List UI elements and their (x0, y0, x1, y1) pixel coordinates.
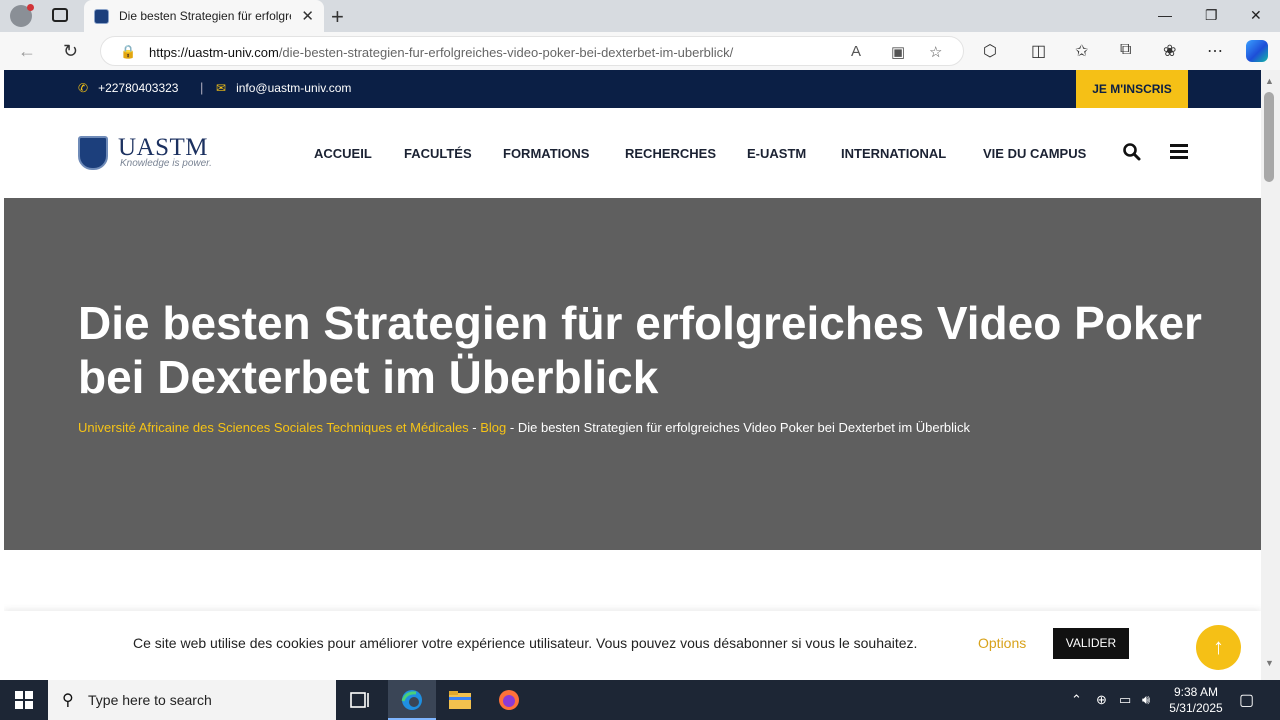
cookie-message: Ce site web utilise des cookies pour amé… (133, 635, 918, 651)
copilot-icon[interactable] (1246, 40, 1268, 62)
more-menu-icon[interactable]: ⋯ (1207, 41, 1223, 61)
back-icon[interactable]: ← (18, 41, 36, 62)
minimize-icon[interactable]: — (1158, 7, 1172, 23)
email-contact[interactable]: ✉ info@uastm-univ.com (216, 81, 351, 95)
address-toolbar: ← ↻ 🔒 https://uastm-univ.com/die-besten-… (0, 32, 1280, 70)
menu-item-recherches[interactable]: RECHERCHES (625, 146, 716, 161)
tray-device-icon[interactable]: ⊕ (1096, 692, 1107, 708)
search-magnifier-icon: ⚲ (62, 692, 74, 709)
edge-taskbar-button[interactable] (388, 680, 436, 720)
site-logo[interactable]: UASTM Knowledge is power. (78, 134, 218, 172)
menu-item-international[interactable]: INTERNATIONAL (841, 146, 946, 161)
contact-separator: | (200, 80, 204, 95)
hamburger-menu-icon[interactable] (1170, 144, 1188, 159)
windows-taskbar: ⚲ Type here to search ⌃ ⊕ ▭ 🔊︎ 9:38 AM 5… (0, 680, 1280, 720)
refresh-icon[interactable]: ↻ (63, 41, 78, 62)
taskbar-search-placeholder: Type here to search (88, 692, 212, 708)
menu-item-facultes[interactable]: FACULTÉS (404, 146, 472, 161)
site-favicon-icon (94, 9, 109, 24)
extensions-icon[interactable]: ⬡ (983, 41, 997, 61)
windows-start-icon[interactable] (15, 691, 33, 709)
task-view-icon[interactable] (349, 689, 373, 711)
file-explorer-icon[interactable] (448, 689, 472, 711)
profile-avatar-icon[interactable] (10, 4, 34, 27)
scrollbar-thumb[interactable] (1264, 92, 1274, 182)
lock-icon[interactable]: 🔒 (120, 44, 136, 60)
register-button[interactable]: JE M'INSCRIS (1076, 70, 1188, 108)
scroll-down-arrow-icon[interactable]: ▼ (1265, 658, 1274, 668)
cookie-banner: Ce site web utilise des cookies pour amé… (4, 611, 1261, 680)
search-icon[interactable] (1122, 142, 1142, 162)
logo-tagline: Knowledge is power. (120, 158, 212, 169)
menu-item-vie-du-campus[interactable]: VIE DU CAMPUS (983, 146, 1086, 161)
tab-actions-icon[interactable] (52, 8, 68, 22)
window-close-icon[interactable]: ✕ (1250, 7, 1262, 24)
address-bar[interactable]: 🔒 https://uastm-univ.com/die-besten-stra… (100, 36, 964, 66)
breadcrumb-current: Die besten Strategien für erfolgreiches … (517, 420, 970, 435)
phone-contact[interactable]: ✆ +22780403323 (78, 81, 178, 95)
taskbar-search-box[interactable]: ⚲ Type here to search (48, 680, 336, 720)
active-tab[interactable]: Die besten Strategien für erfolgreiches … (84, 0, 324, 32)
split-screen-icon[interactable]: ◫ (1031, 41, 1046, 61)
browser-tab-bar: Die besten Strategien für erfolgreiches … (0, 0, 1280, 32)
page-hero: Die besten Strategien für erfolgreiches … (4, 198, 1261, 550)
page-scrollbar[interactable]: ▲ ▼ (1261, 70, 1280, 680)
page-title: Die besten Strategien für erfolgreiches … (78, 297, 1202, 403)
cookie-options-link[interactable]: Options (978, 635, 1026, 651)
clock-date: 5/31/2025 (1169, 701, 1223, 715)
clock-time: 9:38 AM (1173, 685, 1219, 699)
edge-browser-icon (401, 690, 422, 710)
collections-icon[interactable]: ⧉ (1120, 41, 1131, 59)
tab-title: Die besten Strategien für erfolgreiches … (119, 9, 291, 23)
read-aloud-icon[interactable]: A (851, 43, 861, 60)
envelope-icon: ✉ (216, 81, 227, 95)
breadcrumb-separator: - (468, 420, 481, 435)
network-icon[interactable]: ▭ (1119, 692, 1131, 708)
menu-item-formations[interactable]: FORMATIONS (503, 146, 589, 161)
breadcrumb-blog-link[interactable]: Blog (480, 420, 506, 435)
breadcrumb-separator: - (506, 420, 518, 435)
new-tab-icon[interactable]: + (331, 4, 344, 30)
restore-icon[interactable]: ❐ (1205, 7, 1218, 24)
breadcrumb: Université Africaine des Sciences Social… (78, 420, 970, 435)
breadcrumb-home-link[interactable]: Université Africaine des Sciences Social… (78, 420, 469, 435)
immersive-reader-icon[interactable]: ▣ (891, 43, 905, 61)
scroll-to-top-icon[interactable]: ↑ (1196, 625, 1241, 670)
contact-strip: ✆ +22780403323 | ✉ info@uastm-univ.com JE … (4, 70, 1261, 108)
url-text[interactable]: https://uastm-univ.com/die-besten-strate… (149, 45, 733, 60)
scroll-up-arrow-icon[interactable]: ▲ (1265, 76, 1274, 86)
menu-item-e-uastm[interactable]: E-UASTM (747, 146, 806, 161)
favorites-icon[interactable]: ✩ (1075, 41, 1088, 61)
volume-icon[interactable]: 🔊︎ (1142, 692, 1150, 708)
favorite-star-icon[interactable]: ☆ (929, 43, 942, 61)
tray-overflow-icon[interactable]: ⌃ (1071, 692, 1082, 708)
menu-item-accueil[interactable]: ACCUEIL (314, 146, 372, 161)
main-navbar: UASTM Knowledge is power. ACCUEIL FACULT… (4, 108, 1261, 198)
system-clock[interactable]: 9:38 AM 5/31/2025 (1160, 684, 1232, 716)
tab-close-icon[interactable]: ✕ (301, 7, 314, 25)
firefox-icon[interactable] (497, 689, 521, 711)
web-page: ✆ +22780403323 | ✉ info@uastm-univ.com JE … (4, 70, 1261, 680)
phone-icon: ✆ (78, 81, 89, 95)
performance-icon[interactable]: ❀ (1163, 41, 1176, 61)
notifications-icon[interactable]: ▢ (1239, 690, 1254, 710)
cookie-accept-button[interactable]: VALIDER (1053, 628, 1129, 659)
logo-shield-icon (78, 136, 108, 170)
